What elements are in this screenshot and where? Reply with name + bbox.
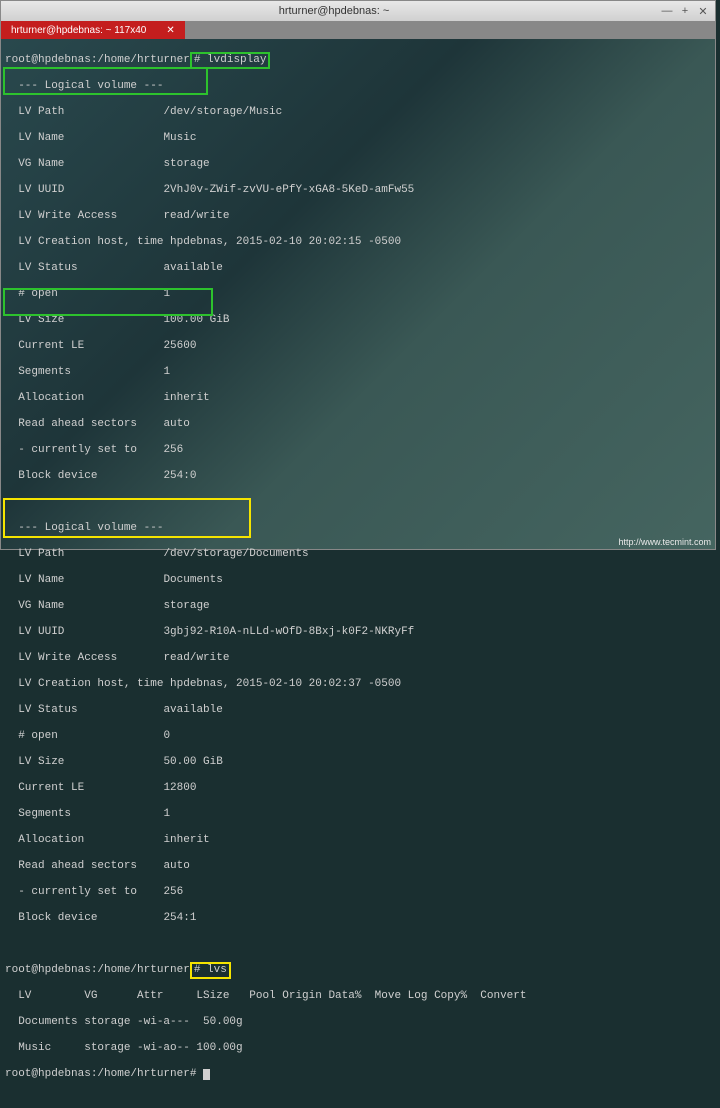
- lv-path-value: /dev/storage/Documents: [163, 548, 308, 560]
- maximize-button[interactable]: +: [679, 5, 691, 17]
- lv-le-label: Current LE: [5, 782, 163, 794]
- lv-bd-label: Block device: [5, 470, 163, 482]
- lv-uuid-value: 2VhJ0v-ZWif-zvVU-ePfY-xGA8-5KeD-amFw55: [163, 184, 414, 196]
- lv-name-label: LV Name: [5, 132, 163, 144]
- vg-name-label: VG Name: [5, 158, 163, 170]
- lv-open-label: # open: [5, 288, 163, 300]
- lv-uuid-label: LV UUID: [5, 626, 163, 638]
- prompt-userhost: root@hpdebnas:/home/hrturner: [5, 54, 190, 66]
- lv-status-value: available: [163, 704, 222, 716]
- lv-cs-value: 256: [163, 886, 183, 898]
- lv-name-value: Documents: [163, 574, 222, 586]
- lv-wa-label: LV Write Access: [5, 652, 163, 664]
- lv-path-value: /dev/storage/Music: [163, 106, 282, 118]
- lv-open-label: # open: [5, 730, 163, 742]
- tab-close-icon[interactable]: ✕: [166, 25, 174, 36]
- lv-seg-value: 1: [163, 808, 170, 820]
- cmd-lvdisplay: lvdisplay: [200, 54, 266, 66]
- lv-ch-value: hpdebnas, 2015-02-10 20:02:15 -0500: [170, 236, 401, 248]
- minimize-button[interactable]: —: [661, 5, 673, 17]
- lv-wa-label: LV Write Access: [5, 210, 163, 222]
- lv-open-value: 0: [163, 730, 170, 742]
- lv-ch-label: LV Creation host, time: [5, 678, 170, 690]
- lv-wa-value: read/write: [163, 210, 229, 222]
- close-button[interactable]: ✕: [697, 5, 709, 17]
- lv-size-value: 100.00 GiB: [163, 314, 229, 326]
- lv-cs-label: - currently set to: [5, 886, 163, 898]
- lv-seg-value: 1: [163, 366, 170, 378]
- lv-ra-label: Read ahead sectors: [5, 860, 163, 872]
- lv-le-value: 25600: [163, 340, 196, 352]
- lv-bd-label: Block device: [5, 912, 163, 924]
- lv-path-label: LV Path: [5, 106, 163, 118]
- prompt-hash: #: [190, 1068, 197, 1080]
- lv-size-label: LV Size: [5, 314, 163, 326]
- window-titlebar: hrturner@hpdebnas: ~ — + ✕: [1, 1, 715, 21]
- lv-ch-label: LV Creation host, time: [5, 236, 170, 248]
- lv-status-value: available: [163, 262, 222, 274]
- lv-alloc-value: inherit: [163, 392, 209, 404]
- lvs-row: Documents storage -wi-a--- 50.00g: [5, 1016, 711, 1029]
- watermark-text: http://www.tecmint.com: [618, 537, 711, 547]
- lv-bd-value: 254:1: [163, 912, 196, 924]
- lv-seg-label: Segments: [5, 808, 163, 820]
- lv-ch-value: hpdebnas, 2015-02-10 20:02:37 -0500: [170, 678, 401, 690]
- lv-uuid-label: LV UUID: [5, 184, 163, 196]
- lv-cs-label: - currently set to: [5, 444, 163, 456]
- lv-wa-value: read/write: [163, 652, 229, 664]
- lv-status-label: LV Status: [5, 704, 163, 716]
- cursor-icon: [203, 1069, 210, 1080]
- lv-alloc-value: inherit: [163, 834, 209, 846]
- lv-name-label: LV Name: [5, 574, 163, 586]
- lv-size-value: 50.00 GiB: [163, 756, 222, 768]
- lv-header: --- Logical volume ---: [5, 80, 711, 93]
- lv-seg-label: Segments: [5, 366, 163, 378]
- terminal-content[interactable]: root@hpdebnas:/home/hrturner# lvdisplay …: [1, 39, 715, 1108]
- lv-alloc-label: Allocation: [5, 834, 163, 846]
- lv-ra-value: auto: [163, 860, 189, 872]
- prompt-userhost: root@hpdebnas:/home/hrturner: [5, 1068, 190, 1080]
- lv-size-label: LV Size: [5, 756, 163, 768]
- window-title: hrturner@hpdebnas: ~: [7, 5, 661, 17]
- lv-bd-value: 254:0: [163, 470, 196, 482]
- terminal-tab[interactable]: hrturner@hpdebnas: ~ 117x40 ✕: [1, 21, 185, 39]
- lvs-header: LV VG Attr LSize Pool Origin Data% Move …: [5, 990, 711, 1003]
- lv-cs-value: 256: [163, 444, 183, 456]
- lv-uuid-value: 3gbj92-R10A-nLLd-wOfD-8Bxj-k0F2-NKRyFf: [163, 626, 414, 638]
- vg-name-label: VG Name: [5, 600, 163, 612]
- prompt-userhost: root@hpdebnas:/home/hrturner: [5, 964, 190, 976]
- tab-label: hrturner@hpdebnas: ~ 117x40: [11, 25, 146, 36]
- prompt-hash: #: [194, 964, 201, 976]
- lv-ra-label: Read ahead sectors: [5, 418, 163, 430]
- terminal-window: hrturner@hpdebnas: ~ — + ✕ hrturner@hpde…: [0, 0, 716, 550]
- cmd-lvs: lvs: [200, 964, 226, 976]
- lv-ra-value: auto: [163, 418, 189, 430]
- lv-le-value: 12800: [163, 782, 196, 794]
- lv-le-label: Current LE: [5, 340, 163, 352]
- vg-name-value: storage: [163, 158, 209, 170]
- lv-name-value: Music: [163, 132, 196, 144]
- tab-bar: hrturner@hpdebnas: ~ 117x40 ✕: [1, 21, 715, 39]
- lv-path-label: LV Path: [5, 548, 163, 560]
- lvs-row: Music storage -wi-ao-- 100.00g: [5, 1042, 711, 1055]
- lv-status-label: LV Status: [5, 262, 163, 274]
- lv-open-value: 1: [163, 288, 170, 300]
- lv-header: --- Logical volume ---: [5, 522, 711, 535]
- lv-alloc-label: Allocation: [5, 392, 163, 404]
- vg-name-value: storage: [163, 600, 209, 612]
